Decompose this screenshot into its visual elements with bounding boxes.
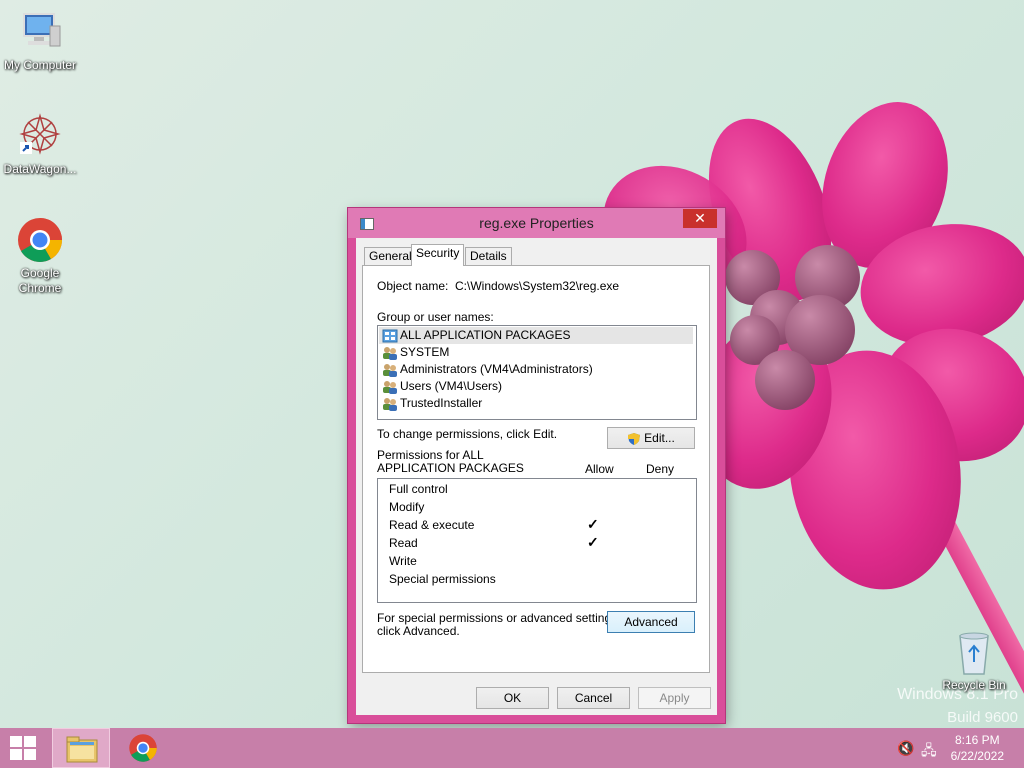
desktop-icon-label: Google Chrome xyxy=(18,266,62,295)
security-tab-panel: Object name: C:\Windows\System32\reg.exe… xyxy=(362,265,710,673)
network-icon[interactable]: 🖧 xyxy=(921,740,937,764)
allow-check-read-execute: ✓ xyxy=(587,516,599,532)
list-item-administrators[interactable]: Administrators (VM4\Administrators) xyxy=(382,361,593,378)
tab-details[interactable]: Details xyxy=(465,247,512,265)
volume-muted-icon[interactable]: 🔇 xyxy=(897,740,914,757)
desktop-icon-my-computer[interactable]: My Computer xyxy=(0,8,80,73)
apply-button[interactable]: Apply xyxy=(638,687,711,709)
deny-column-header: Deny xyxy=(646,462,675,476)
edit-button[interactable]: Edit... xyxy=(607,427,695,449)
users-icon xyxy=(382,363,398,377)
close-icon: ✕ xyxy=(694,210,706,226)
permission-row-read-execute: Read & execute xyxy=(389,518,475,532)
close-button[interactable]: ✕ xyxy=(683,209,717,228)
permission-row-write: Write xyxy=(389,554,417,568)
ok-button[interactable]: OK xyxy=(476,687,549,709)
tab-general[interactable]: General xyxy=(364,247,417,265)
users-icon xyxy=(382,346,398,360)
list-item-all-application-packages[interactable]: ALL APPLICATION PACKAGES xyxy=(382,327,571,344)
list-item-users[interactable]: Users (VM4\Users) xyxy=(382,378,502,395)
desktop-icon-recycle-bin[interactable]: Recycle Bin xyxy=(934,632,1014,693)
object-name-label: Object name: xyxy=(377,279,449,293)
start-button[interactable] xyxy=(10,736,38,760)
taskbar-file-explorer[interactable] xyxy=(52,728,110,768)
app-packages-icon xyxy=(382,329,398,343)
file-explorer-icon xyxy=(66,736,98,763)
dialog-title: reg.exe Properties xyxy=(479,215,594,231)
change-permissions-text: To change permissions, click Edit. xyxy=(377,427,558,441)
group-user-list[interactable]: ALL APPLICATION PACKAGES SYSTEM Administ… xyxy=(377,325,697,420)
permission-row-full-control: Full control xyxy=(389,482,448,496)
computer-icon xyxy=(16,8,64,56)
permissions-for-label: Permissions for ALL APPLICATION PACKAGES xyxy=(377,448,524,475)
desktop-icon-label: My Computer xyxy=(3,58,77,72)
properties-dialog: reg.exe Properties ✕ General Security De… xyxy=(348,208,725,723)
object-name-value: C:\Windows\System32\reg.exe xyxy=(455,279,620,293)
users-icon xyxy=(382,380,398,394)
dialog-titlebar[interactable]: reg.exe Properties ✕ xyxy=(348,208,725,238)
permission-row-modify: Modify xyxy=(389,500,425,514)
desktop-icon-label: DataWagon... xyxy=(3,162,77,176)
permission-row-special: Special permissions xyxy=(389,572,496,586)
group-names-label: Group or user names: xyxy=(377,310,494,324)
list-item-trustedinstaller[interactable]: TrustedInstaller xyxy=(382,395,482,412)
dialog-client-area: General Security Details Object name: C:… xyxy=(356,238,717,715)
desktop-icon-datawagon[interactable]: DataWagon... xyxy=(0,112,80,177)
datawagon-star-icon xyxy=(16,112,64,160)
recycle-bin-icon xyxy=(954,632,994,676)
tab-security[interactable]: Security xyxy=(411,244,465,266)
clock[interactable]: 8:16 PM 6/22/2022 xyxy=(951,732,1004,764)
advanced-settings-text: For special permissions or advanced sett… xyxy=(377,611,621,638)
os-watermark-build: Build 9600 xyxy=(947,709,1018,726)
advanced-button[interactable]: Advanced xyxy=(607,611,695,633)
taskbar: 🔇 🖧 8:16 PM 6/22/2022 xyxy=(0,728,1024,768)
desktop-icon-google-chrome[interactable]: Google Chrome xyxy=(0,216,80,296)
permission-row-read: Read xyxy=(389,536,418,550)
clock-time: 8:16 PM xyxy=(954,733,1000,747)
clock-date: 6/22/2022 xyxy=(950,749,1004,763)
list-item-system[interactable]: SYSTEM xyxy=(382,344,449,361)
allow-column-header: Allow xyxy=(585,462,614,476)
permissions-list[interactable]: Full control Modify Read & execute ✓ Rea… xyxy=(377,478,697,603)
chrome-icon xyxy=(16,216,64,264)
taskbar-google-chrome[interactable] xyxy=(114,728,172,768)
allow-check-read: ✓ xyxy=(587,534,599,550)
desktop-icon-label: Recycle Bin xyxy=(942,678,1006,692)
uac-shield-icon xyxy=(628,432,641,445)
chrome-icon xyxy=(129,734,157,762)
cancel-button[interactable]: Cancel xyxy=(557,687,630,709)
users-icon xyxy=(382,397,398,411)
